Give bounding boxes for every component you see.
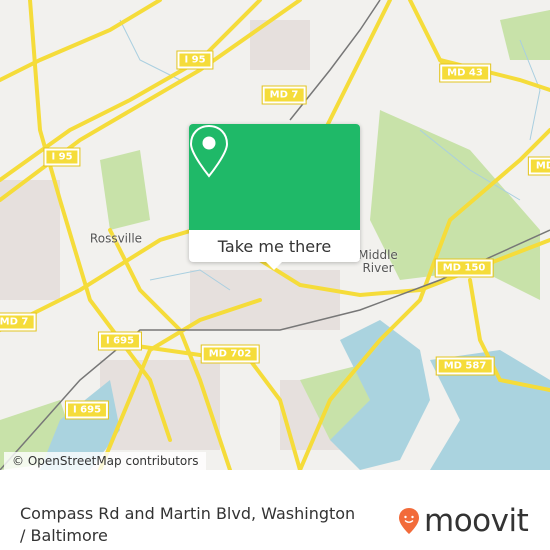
road-shield-md43: MD 43: [439, 63, 491, 83]
road-shield-md7: MD 7: [261, 85, 307, 105]
road-shield-md587: MD 587: [435, 356, 495, 376]
road-shield-md7: MD 7: [0, 312, 37, 332]
road-shield-i695: I 695: [64, 400, 110, 420]
location-popup[interactable]: Take me there: [189, 124, 360, 270]
popup-tail: [265, 261, 283, 270]
footer: Compass Rd and Martin Blvd, Washington /…: [0, 470, 550, 550]
location-title: Compass Rd and Martin Blvd, Washington /…: [20, 504, 356, 545]
place-label-rossville: Rossville: [89, 231, 143, 246]
road-shield-i95: I 95: [176, 50, 214, 70]
road-shield-i695: I 695: [97, 331, 143, 351]
brand-name: moovit: [424, 503, 529, 539]
road-shield-i95: I 95: [43, 147, 81, 167]
map[interactable]: I 95 MD 7 MD 43 I 95 MD MD 150 MD 7 I 69…: [0, 0, 550, 470]
take-me-there-button[interactable]: Take me there: [189, 230, 360, 262]
road-shield-md150: MD 150: [434, 258, 494, 278]
road-shield-md: MD: [527, 156, 550, 176]
road-shield-md702: MD 702: [200, 344, 260, 364]
place-label-middle-river: Middle River: [358, 248, 398, 275]
map-pin-icon: [189, 124, 229, 178]
popup-header: [189, 124, 360, 230]
moovit-pin-icon: [399, 508, 419, 534]
map-attribution[interactable]: © OpenStreetMap contributors: [4, 452, 207, 470]
moovit-logo: moovit: [398, 503, 529, 539]
